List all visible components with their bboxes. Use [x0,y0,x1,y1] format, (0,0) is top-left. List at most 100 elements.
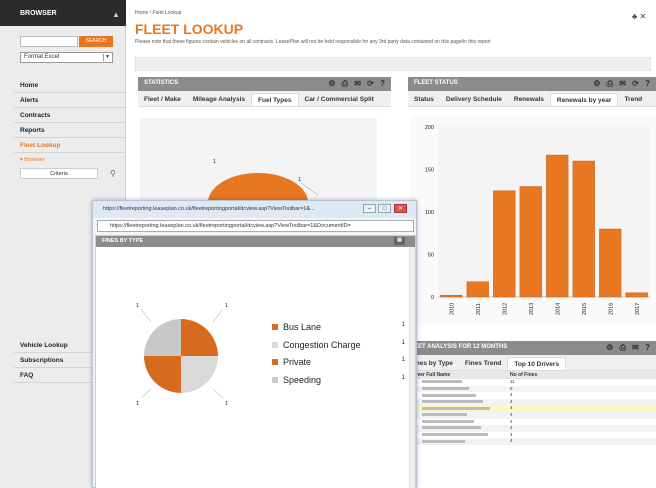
table-row[interactable]: 4 [408,418,656,426]
table-row[interactable]: 4 [408,425,656,432]
fines-panel: EET ANALYSIS FOR 12 MONTHS ⚙ ⎙ ✉ ? ines b… [408,341,656,445]
fines-count: 4 [510,438,513,444]
table-row[interactable]: 4 [408,398,656,406]
legend-item: Speeding 1 [272,375,407,393]
table-row[interactable]: 4 [408,392,656,399]
driver-name-blurred [422,392,510,399]
driver-name-blurred [422,419,510,426]
popup-window: https://fleetreporting.leaseplan.co.uk/f… [92,200,417,488]
tab-delivery-schedule[interactable]: Delivery Schedule [440,96,508,106]
tab-trend[interactable]: Trend [618,96,648,106]
driver-name-blurred [422,379,510,386]
col-driver-name: river Full Name [414,372,451,378]
format-select[interactable]: Format Excel ▼ [20,52,113,63]
legend-label: Speeding [283,374,322,385]
sidebar-item-reports[interactable]: Reports [14,123,126,138]
tab-car-commercial-split[interactable]: Car / Commercial Split [299,96,380,106]
tab-mileage-analysis[interactable]: Mileage Analysis [187,96,251,106]
statistics-panel: STATISTICS ⚙ ⎙ ✉ ⟳ ? Fleet / Make Mileage… [138,77,391,107]
statistics-tabs: Fleet / Make Mileage Analysis Fuel Types… [138,91,391,107]
driver-name-blurred [422,438,510,445]
sidebar-item-contracts[interactable]: Contracts [14,108,126,123]
maximize-button[interactable]: □ [378,204,391,213]
driver-name-blurred [422,425,510,432]
driver-name-blurred [422,386,510,393]
table-row[interactable]: 4 [408,405,656,412]
x-tick-label: 2012 [502,303,508,315]
y-tick-label: 50 [428,253,434,259]
tab-fleet-make[interactable]: Fleet / Make [138,96,187,106]
sidebar-item-fleet-lookup[interactable]: Fleet Lookup [14,138,126,153]
tab-fuel-types[interactable]: Fuel Types [251,93,299,106]
table-row[interactable]: 11 [408,379,656,386]
bar-2015[interactable] [572,160,595,298]
table-row[interactable]: 4 [408,438,656,445]
bar-2011[interactable] [466,281,489,298]
pie-slice-bus-lane [181,319,218,356]
minimize-button[interactable]: – [363,204,376,213]
legend-value: 1 [401,339,405,346]
search-icon[interactable]: ⚲ [110,169,116,178]
panel-tool-icons[interactable]: ⚙ ⎙ ✉ ? [606,343,652,353]
drivers-table-body: 11 5 4 4 4 4 4 4 4 4 [408,379,656,445]
browser-link[interactable]: ▾ Browser [20,157,44,163]
fines-by-type-header: FINES BY TYPE ▤ [96,236,415,247]
legend-value: 1 [401,322,405,328]
export-icon[interactable]: ▤ [394,237,405,245]
fines-header: EET ANALYSIS FOR 12 MONTHS ⚙ ⎙ ✉ ? [408,341,656,355]
bar-2013[interactable] [519,186,542,298]
pie-slice-private [144,356,181,393]
fuel-types-chart: 1 1 [140,118,377,213]
tab-status[interactable]: Status [408,96,440,106]
sidebar-nav: Home Alerts Contracts Reports Fleet Look… [14,78,126,153]
close-button[interactable]: ✕ [394,204,407,213]
breadcrumb[interactable]: Home / Fleet Lookup [135,10,181,16]
table-row[interactable]: 4 [408,431,656,439]
browser-label: Browser [24,157,45,163]
statistics-title: STATISTICS [144,80,179,86]
panel-tool-icons[interactable]: ⚙ ⎙ ✉ ⟳ ? [328,79,387,89]
bar-2014[interactable] [546,154,569,298]
slice-label: 1 [225,401,228,407]
table-row[interactable]: 5 [408,385,656,393]
tab-renewals-by-year[interactable]: Renewals by year [549,93,619,106]
tab-fines-trend[interactable]: Fines Trend [459,360,507,370]
leader-line [140,388,152,399]
pie-chart [144,319,218,393]
criteria-field[interactable]: Criteria [20,168,98,179]
collapse-icon[interactable]: ▲ [112,10,120,19]
search-input[interactable] [20,36,78,47]
legend-swatch [272,324,278,330]
tab-top-10-drivers[interactable]: Top 10 Drivers [507,357,567,370]
leader-line [212,388,224,399]
bar-2017[interactable] [625,292,648,298]
bar-2016[interactable] [599,228,622,298]
driver-name-blurred [422,399,510,406]
fines-count: 4 [510,431,513,437]
statistics-header: STATISTICS ⚙ ⎙ ✉ ⟳ ? [138,77,391,91]
bar-2012[interactable] [493,190,516,298]
scrollbar[interactable] [409,247,415,488]
legend-swatch [272,341,278,348]
tab-renewals[interactable]: Renewals [508,96,550,106]
fines-by-type-title: FINES BY TYPE [102,238,144,244]
sidebar-item-alerts[interactable]: Alerts [14,93,126,108]
filter-bar [135,57,651,71]
panel-tool-icons[interactable]: ⚙ ⎙ ✉ ⟳ ? [593,79,652,89]
fines-count: 4 [510,418,513,424]
legend-value: 1 [401,374,405,381]
renewals-by-year-chart: 200 150 100 50 0 2010 2011 2012 2013 2014 2015 2016… [410,115,656,325]
sidebar-item-home[interactable]: Home [14,78,126,93]
chevron-down-icon[interactable]: ▼ [103,54,111,61]
x-tick-label: 2013 [529,303,535,315]
address-bar[interactable]: https://fleetreporting.leaseplan.co.uk/f… [97,220,414,232]
leader-line [212,308,224,323]
fleet-status-panel: FLEET STATUS ⚙ ⎙ ✉ ⟳ ? Status Delivery Sc… [408,77,656,107]
search-button[interactable]: SEARCH [79,36,113,47]
x-tick-label: 2015 [582,303,588,315]
bar-2010[interactable] [440,295,463,298]
legend-value: 1 [401,357,405,363]
toolbar-icons[interactable]: ♣ ✕ [632,12,646,21]
table-row[interactable]: 4 [408,411,656,419]
legend-label: Bus Lane [283,322,322,332]
